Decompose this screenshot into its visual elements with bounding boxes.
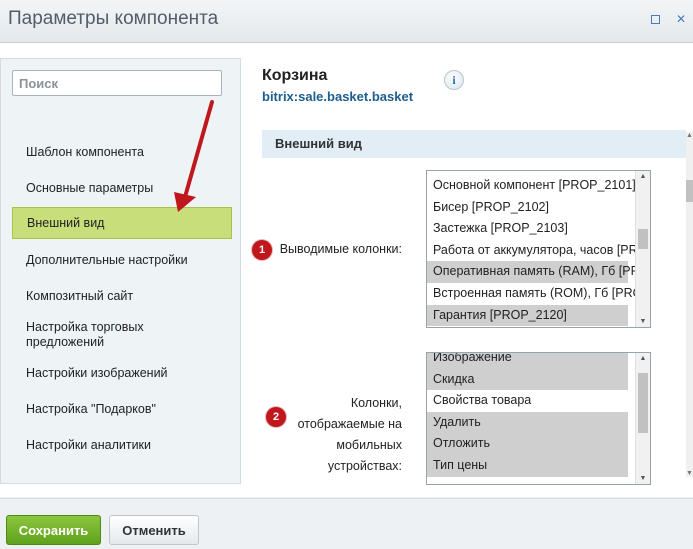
scroll-up-icon[interactable]: ▲ <box>636 355 650 362</box>
field-label: Выводимые колонки: <box>279 242 402 256</box>
mobile-columns-multiselect[interactable]: Изображение Скидка Свойства товара Удали… <box>426 352 651 485</box>
dialog-content: Шаблон компонента Основные параметры Вне… <box>0 43 693 497</box>
sidebar-item-appearance[interactable]: Внешний вид <box>12 207 232 239</box>
main-scrollbar[interactable]: ▲ ▼ <box>686 132 693 477</box>
list-item[interactable]: Основной компонент [PROP_2101] <box>427 175 636 197</box>
maximize-icon[interactable] <box>651 15 660 24</box>
list-item[interactable]: Свойства товара <box>427 390 628 412</box>
scroll-up-icon[interactable]: ▲ <box>636 173 650 180</box>
list-item[interactable]: Удалить <box>427 411 628 434</box>
sidebar-item-composite[interactable]: Композитный сайт <box>12 289 232 304</box>
cancel-button[interactable]: Отменить <box>109 515 199 545</box>
dialog-titlebar: Параметры компонента ✕ <box>0 0 693 43</box>
sidebar-item-additional[interactable]: Дополнительные настройки <box>12 253 232 268</box>
scroll-down-icon[interactable]: ▼ <box>636 475 650 482</box>
scroll-down-icon[interactable]: ▼ <box>686 470 693 477</box>
sidebar-item-label: Внешний вид <box>27 215 105 230</box>
list-item[interactable]: Отложить <box>427 433 628 455</box>
save-button[interactable]: Сохранить <box>6 515 101 545</box>
component-title: Корзина <box>262 67 328 84</box>
annotation-badge: 1 <box>252 240 272 260</box>
sidebar: Шаблон компонента Основные параметры Вне… <box>0 58 241 484</box>
scrollbar-thumb[interactable] <box>638 229 648 249</box>
scrollbar-thumb[interactable] <box>638 373 648 433</box>
list-item[interactable]: Бисер [PROP_2102] <box>427 197 628 219</box>
sidebar-item-gifts[interactable]: Настройка "Подарков" <box>12 402 232 417</box>
list-item[interactable]: Гарантия [PROP_2120] <box>427 304 628 327</box>
list-item[interactable]: Застежка [PROP_2103] <box>427 218 628 240</box>
listbox-scrollbar[interactable]: ▲ ▼ <box>635 353 650 484</box>
scroll-down-icon[interactable]: ▼ <box>636 318 650 325</box>
sidebar-item-template[interactable]: Шаблон компонента <box>12 145 232 160</box>
list-item[interactable]: Оперативная память (RAM), Гб [PROP_2105] <box>427 261 650 283</box>
field-label: Колонки, отображаемые на мобильных устро… <box>297 396 402 473</box>
listbox-scrollbar[interactable]: ▲ ▼ <box>635 171 650 327</box>
scrollbar-thumb[interactable] <box>686 180 693 202</box>
dialog-footer: Сохранить Отменить <box>0 498 693 549</box>
info-icon[interactable]: i <box>444 70 464 90</box>
list-item[interactable]: Работа от аккумулятора, часов [PROP_2104… <box>427 240 650 262</box>
list-item[interactable]: Встроенная память (ROM), Гб [PROP_2106] <box>427 283 650 305</box>
sidebar-item-images[interactable]: Настройки изображений <box>12 366 232 381</box>
sidebar-item-offers[interactable]: Настройка торговых предложений <box>12 320 202 350</box>
sidebar-item-main-params[interactable]: Основные параметры <box>12 181 232 196</box>
dialog-title: Параметры компонента <box>8 8 219 29</box>
list-item[interactable]: Тип цены <box>427 454 628 477</box>
component-code: bitrix:sale.basket.basket <box>262 89 414 104</box>
close-icon[interactable]: ✕ <box>676 13 686 25</box>
sidebar-item-analytics[interactable]: Настройки аналитики <box>12 438 232 453</box>
scroll-up-icon[interactable]: ▲ <box>686 132 693 139</box>
columns-multiselect[interactable]: Основной компонент [PROP_2101] Бисер [PR… <box>426 170 651 328</box>
section-header[interactable]: Внешний вид <box>262 130 686 158</box>
list-item[interactable]: Скидка <box>427 368 628 391</box>
list-item[interactable]: Изображение <box>427 353 628 369</box>
search-input[interactable] <box>12 70 222 96</box>
